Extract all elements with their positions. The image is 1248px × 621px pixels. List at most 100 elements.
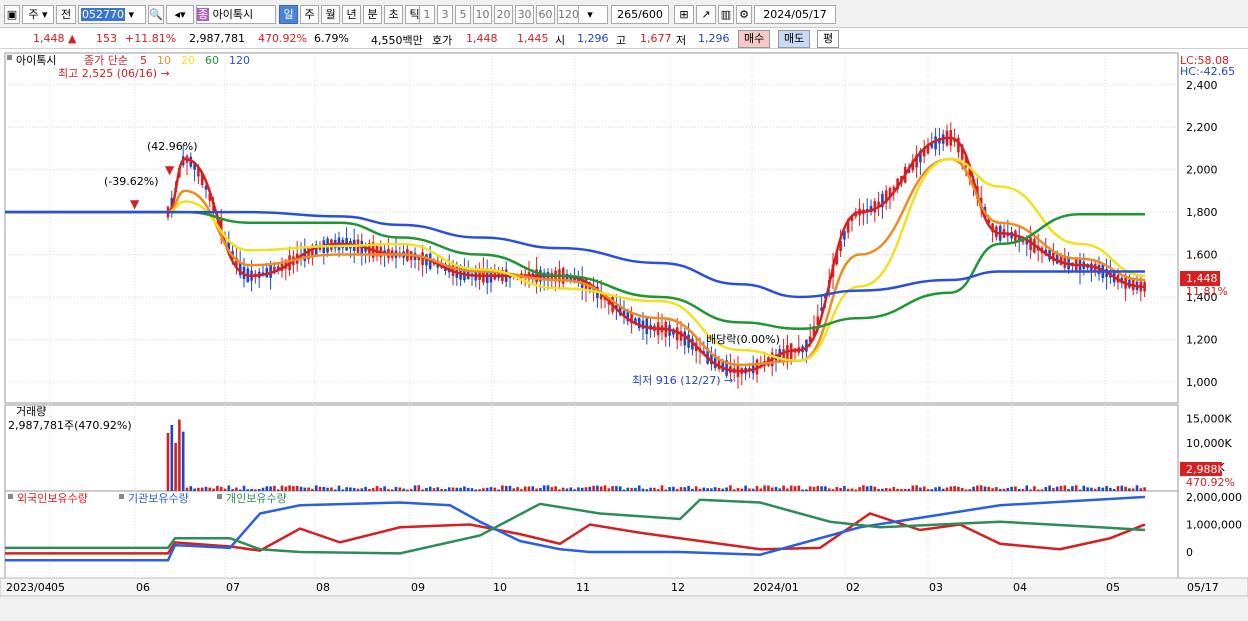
speaker-icon[interactable]: ◂▾ <box>166 5 194 24</box>
volume-bar <box>968 489 972 491</box>
volume-bar <box>1052 488 1055 491</box>
volume-bar <box>729 485 732 491</box>
x-axis-label: 10 <box>493 581 507 594</box>
volume-bar <box>782 485 785 491</box>
holdings-tick-label: 2,000,000 <box>1186 491 1242 504</box>
interval-button-120[interactable]: 120 <box>557 5 579 24</box>
interval-button-60[interactable]: 60 <box>536 5 555 24</box>
volume-bar <box>345 487 348 491</box>
interval-button-3[interactable]: 3 <box>437 5 453 24</box>
volume-bar <box>930 489 934 491</box>
period-button-4[interactable]: 분 <box>363 5 382 24</box>
draw-tools-icon[interactable]: ↗ <box>696 5 716 24</box>
turnover-rate: 6.79% <box>314 32 349 45</box>
volume-bar <box>565 488 569 491</box>
period-button-0[interactable]: 일 <box>279 5 298 24</box>
eval-button[interactable]: 평 <box>817 30 840 48</box>
last-pct-tag: 11.81% <box>1186 285 1228 298</box>
volume-bar <box>941 488 945 491</box>
volume-bar <box>504 485 508 491</box>
volume-bar <box>744 485 747 491</box>
volume-bar <box>550 487 554 491</box>
volume-bar <box>1093 488 1097 491</box>
volume-bar <box>1059 485 1063 491</box>
volume-bar <box>751 488 755 491</box>
volume-bar <box>432 488 436 491</box>
candle-body <box>675 327 679 341</box>
period-button-3[interactable]: 년 <box>342 5 361 24</box>
market-select[interactable]: 주 ▾ <box>22 5 54 24</box>
period-button-5[interactable]: 초 <box>384 5 403 24</box>
volume-bar <box>797 485 801 491</box>
candle-icon[interactable]: ⊞ <box>674 5 694 24</box>
volume-bar <box>174 443 177 491</box>
volume-bar <box>919 487 922 491</box>
interval-button-20[interactable]: 20 <box>494 5 513 24</box>
x-axis-label: 2024/01 <box>753 581 799 594</box>
volume-bar <box>588 486 592 491</box>
holdings-legend-marker <box>217 494 222 499</box>
drop-arrow-icon: ▼ <box>130 197 140 211</box>
volume-bar <box>178 419 181 491</box>
sell-button[interactable]: 매도 <box>778 30 811 48</box>
count-field[interactable]: 265/600 <box>611 5 669 24</box>
holdings-legend-0: 외국인보유수량 <box>17 492 88 505</box>
prev-button[interactable]: 전 <box>56 5 76 24</box>
volume-bar <box>634 487 637 491</box>
volume-bar <box>314 485 318 491</box>
search-icon[interactable]: 🔍 <box>148 5 164 24</box>
ma-label: 종가 단순 <box>84 54 128 67</box>
interval-button-1[interactable]: 1 <box>419 5 435 24</box>
date-field[interactable]: 2024/05/17 <box>754 5 836 24</box>
volume-bar <box>303 487 307 491</box>
volume-bar <box>808 486 812 491</box>
volume-bar <box>812 486 816 491</box>
volume-bar <box>827 488 831 491</box>
volume-bar <box>246 489 250 491</box>
volume-bar <box>1143 487 1146 491</box>
volume-bar <box>972 486 975 491</box>
buy-button[interactable]: 매수 <box>738 30 771 48</box>
rise-arrow-icon: ▼ <box>165 163 175 177</box>
volume-bar <box>292 486 295 491</box>
volume-bar <box>991 488 994 491</box>
volume-bar <box>1090 487 1093 491</box>
gear-icon[interactable]: ⚙ <box>736 5 752 24</box>
volume-bar <box>694 486 698 491</box>
volume-bar <box>238 489 242 491</box>
up-arrow-icon: ▲ <box>68 32 77 45</box>
save-icon[interactable]: ▥ <box>718 5 734 24</box>
volume-bar <box>436 487 440 491</box>
volume-bar <box>569 487 573 491</box>
stock-name-field[interactable]: 종 아이톡시 <box>196 5 276 24</box>
volume-bar <box>934 487 937 491</box>
volume-bar <box>1131 488 1135 491</box>
volume-bar <box>425 487 428 491</box>
low-annotation: 최저 916 (12/27) → <box>632 374 733 387</box>
stock-code-input[interactable]: 052770 ▾ <box>78 5 146 24</box>
interval-button-5[interactable]: 5 <box>455 5 471 24</box>
period-button-2[interactable]: 월 <box>321 5 340 24</box>
volume-bar <box>520 489 523 491</box>
volume-bar <box>843 486 846 491</box>
volume-bar <box>884 487 888 491</box>
high-label: 고 <box>616 34 627 47</box>
volume-bar <box>1097 486 1101 491</box>
scroll-bar <box>0 597 1248 621</box>
holdings-tick-label: 0 <box>1186 546 1193 559</box>
interval-button-30[interactable]: 30 <box>515 5 534 24</box>
x-axis-label: 03 <box>929 581 943 594</box>
x-axis-label: 07 <box>226 581 240 594</box>
screen-menu-icon[interactable]: ▣ <box>4 5 20 24</box>
period-button-1[interactable]: 주 <box>300 5 319 24</box>
volume-bar <box>1128 488 1131 491</box>
volume-bar <box>706 488 709 491</box>
volume-bar <box>748 488 751 491</box>
volume-bar <box>964 489 968 491</box>
volume-bar <box>911 485 915 491</box>
volume-bar <box>778 488 782 491</box>
volume-bar <box>611 486 614 491</box>
chart-area[interactable]: 2,4002,2002,0001,8001,6001,4001,2001,000… <box>0 50 1248 621</box>
interval-button-10[interactable]: 10 <box>473 5 492 24</box>
volume-bar <box>668 487 671 491</box>
